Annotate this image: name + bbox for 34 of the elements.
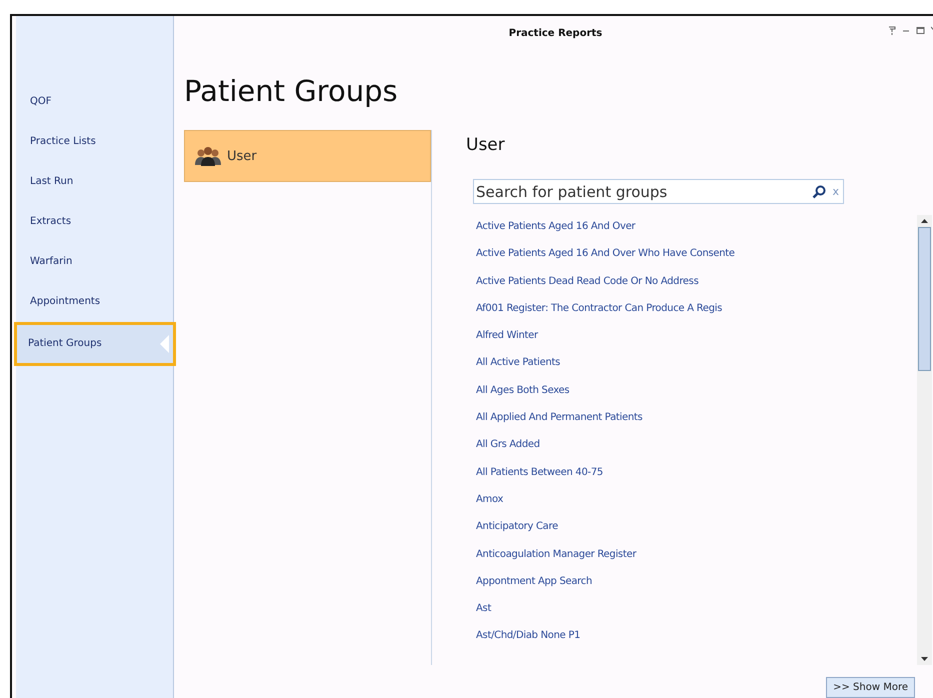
patient-group-link[interactable]: Ast/Chd/Diab None P1	[476, 630, 917, 658]
patient-group-link[interactable]: Active Patients Dead Read Code Or No Address	[476, 276, 917, 303]
patient-group-link[interactable]: Amox	[476, 494, 917, 522]
sidebar-item[interactable]: QOF	[16, 82, 173, 122]
patient-group-link[interactable]: Alfred Winter	[476, 330, 917, 358]
sidebar-item[interactable]: Practice Lists	[16, 122, 173, 162]
patient-group-link[interactable]: Active Patients Aged 16 And Over	[476, 221, 917, 248]
scrollbar[interactable]	[917, 215, 932, 665]
patient-group-link[interactable]: Anticoagulation Manager Register	[476, 548, 917, 576]
patient-group-link[interactable]: All Patients Between 40-75	[476, 466, 917, 494]
patient-group-link[interactable]: All Grs Added	[476, 439, 917, 467]
patient-group-link[interactable]: Af001 Register: The Contractor Can Produce A Regis	[476, 302, 917, 330]
patient-group-link[interactable]: All Applied And Permanent Patients	[476, 412, 917, 440]
window-title: Practice Reports	[508, 28, 602, 38]
maximize-icon[interactable]	[916, 26, 925, 35]
sidebar-item[interactable]: Patient Groups	[14, 322, 176, 366]
category-item[interactable]: User	[184, 130, 431, 182]
patient-group-link[interactable]: Ast	[476, 603, 917, 630]
sidebar-item[interactable]: Appointments	[16, 282, 173, 322]
sidebar-item[interactable]: Extracts	[16, 202, 173, 242]
patient-group-link[interactable]: Appontment App Search	[476, 576, 917, 604]
help-icon[interactable]	[888, 26, 896, 35]
search-icon[interactable]	[812, 184, 826, 198]
scroll-thumb[interactable]	[918, 227, 931, 371]
section-title: User	[466, 135, 506, 157]
show-more-button[interactable]: >> Show More	[826, 677, 915, 698]
sidebar-item[interactable]: Warfarin	[16, 242, 173, 282]
patient-group-link[interactable]: Anticipatory Care	[476, 521, 917, 549]
users-icon	[195, 146, 221, 166]
patient-group-link[interactable]: All Ages Both Sexes	[476, 384, 917, 412]
patient-group-link[interactable]: All Active Patients	[476, 357, 917, 385]
page-title: Patient Groups	[184, 74, 399, 110]
sidebar-item[interactable]: Last Run	[16, 162, 173, 202]
patient-group-link[interactable]: Active Patients Aged 16 And Over Who Have Consente	[476, 248, 917, 276]
